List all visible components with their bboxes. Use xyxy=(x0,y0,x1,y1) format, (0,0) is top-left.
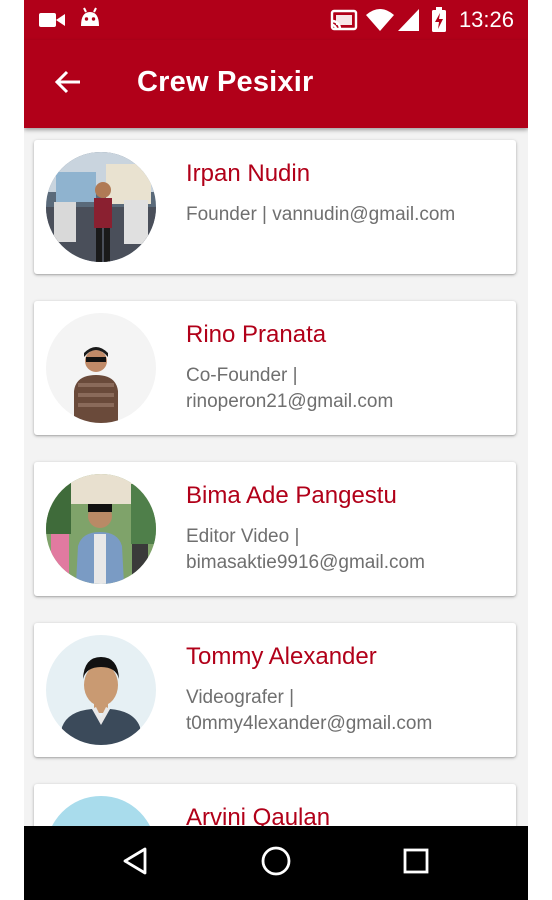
crew-card[interactable]: Irpan Nudin Founder | vannudin@gmail.com xyxy=(34,140,516,274)
app-bar: Crew Pesixir xyxy=(24,40,528,128)
navigation-bar xyxy=(24,826,528,900)
crew-role: Editor Video | bimasaktie9916@gmail.com xyxy=(186,526,425,573)
avatar xyxy=(46,313,156,423)
page-title: Crew Pesixir xyxy=(137,66,314,98)
home-circle-icon xyxy=(260,845,292,882)
avatar xyxy=(46,635,156,745)
crew-role: Co-Founder | rinoperon21@gmail.com xyxy=(186,365,394,412)
status-time: 13:26 xyxy=(458,7,514,32)
app-screen: 13:26 Crew Pesixir Irpan Nudin Founder |… xyxy=(24,0,528,900)
signal-icon xyxy=(397,8,421,37)
android-icon xyxy=(78,6,102,35)
crew-name: Irpan Nudin xyxy=(186,160,311,187)
crew-card[interactable]: Arvini Qaulan xyxy=(34,784,516,826)
back-button[interactable] xyxy=(50,66,86,102)
video-camera-icon xyxy=(38,10,66,35)
crew-card[interactable]: Bima Ade Pangestu Editor Video | bimasak… xyxy=(34,462,516,596)
crew-role: Founder | vannudin@gmail.com xyxy=(186,204,456,225)
avatar xyxy=(46,474,156,584)
crew-card[interactable]: Tommy Alexander Videografer | t0mmy4lexa… xyxy=(34,623,516,757)
battery-charging-icon xyxy=(431,7,447,38)
avatar xyxy=(46,152,156,262)
cast-icon xyxy=(330,9,358,36)
nav-back-button[interactable] xyxy=(116,843,156,883)
crew-list[interactable]: Irpan Nudin Founder | vannudin@gmail.com… xyxy=(24,128,528,826)
crew-role: Videografer | t0mmy4lexander@gmail.com xyxy=(186,687,433,734)
wifi-icon xyxy=(365,8,395,37)
crew-name: Bima Ade Pangestu xyxy=(186,482,397,509)
back-triangle-icon xyxy=(121,846,151,881)
crew-name: Rino Pranata xyxy=(186,321,327,348)
crew-name: Arvini Qaulan xyxy=(186,804,331,826)
nav-home-button[interactable] xyxy=(256,843,296,883)
status-bar: 13:26 xyxy=(24,0,528,40)
recents-square-icon xyxy=(402,847,430,880)
nav-recents-button[interactable] xyxy=(396,843,436,883)
avatar xyxy=(46,796,156,826)
arrow-left-icon xyxy=(54,69,82,100)
crew-card[interactable]: Rino Pranata Co-Founder | rinoperon21@gm… xyxy=(34,301,516,435)
crew-name: Tommy Alexander xyxy=(186,643,377,670)
